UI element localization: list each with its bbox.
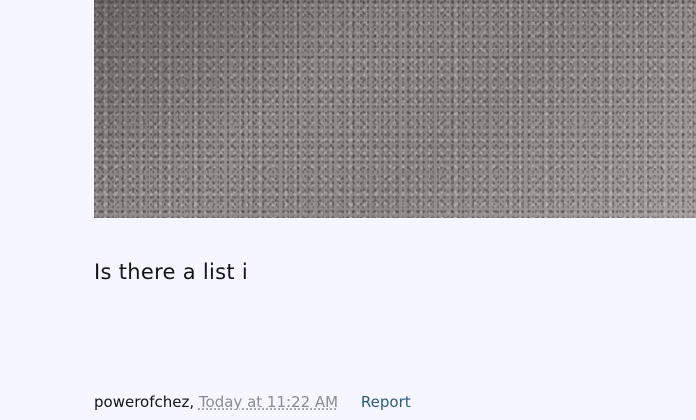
post-container: Is there a list i powerofchez, Today at …	[0, 0, 696, 420]
post-image-gravel[interactable]	[94, 0, 696, 218]
post-meta: powerofchez, Today at 11:22 AM Report	[94, 392, 411, 412]
image-shade-overlay	[94, 0, 696, 218]
post-timestamp[interactable]: Today at 11:22 AM	[199, 393, 338, 411]
meta-separator: ,	[189, 393, 195, 411]
post-body-text: Is there a list i	[94, 260, 249, 284]
report-link[interactable]: Report	[361, 393, 411, 411]
author-name[interactable]: powerofchez	[94, 393, 189, 411]
